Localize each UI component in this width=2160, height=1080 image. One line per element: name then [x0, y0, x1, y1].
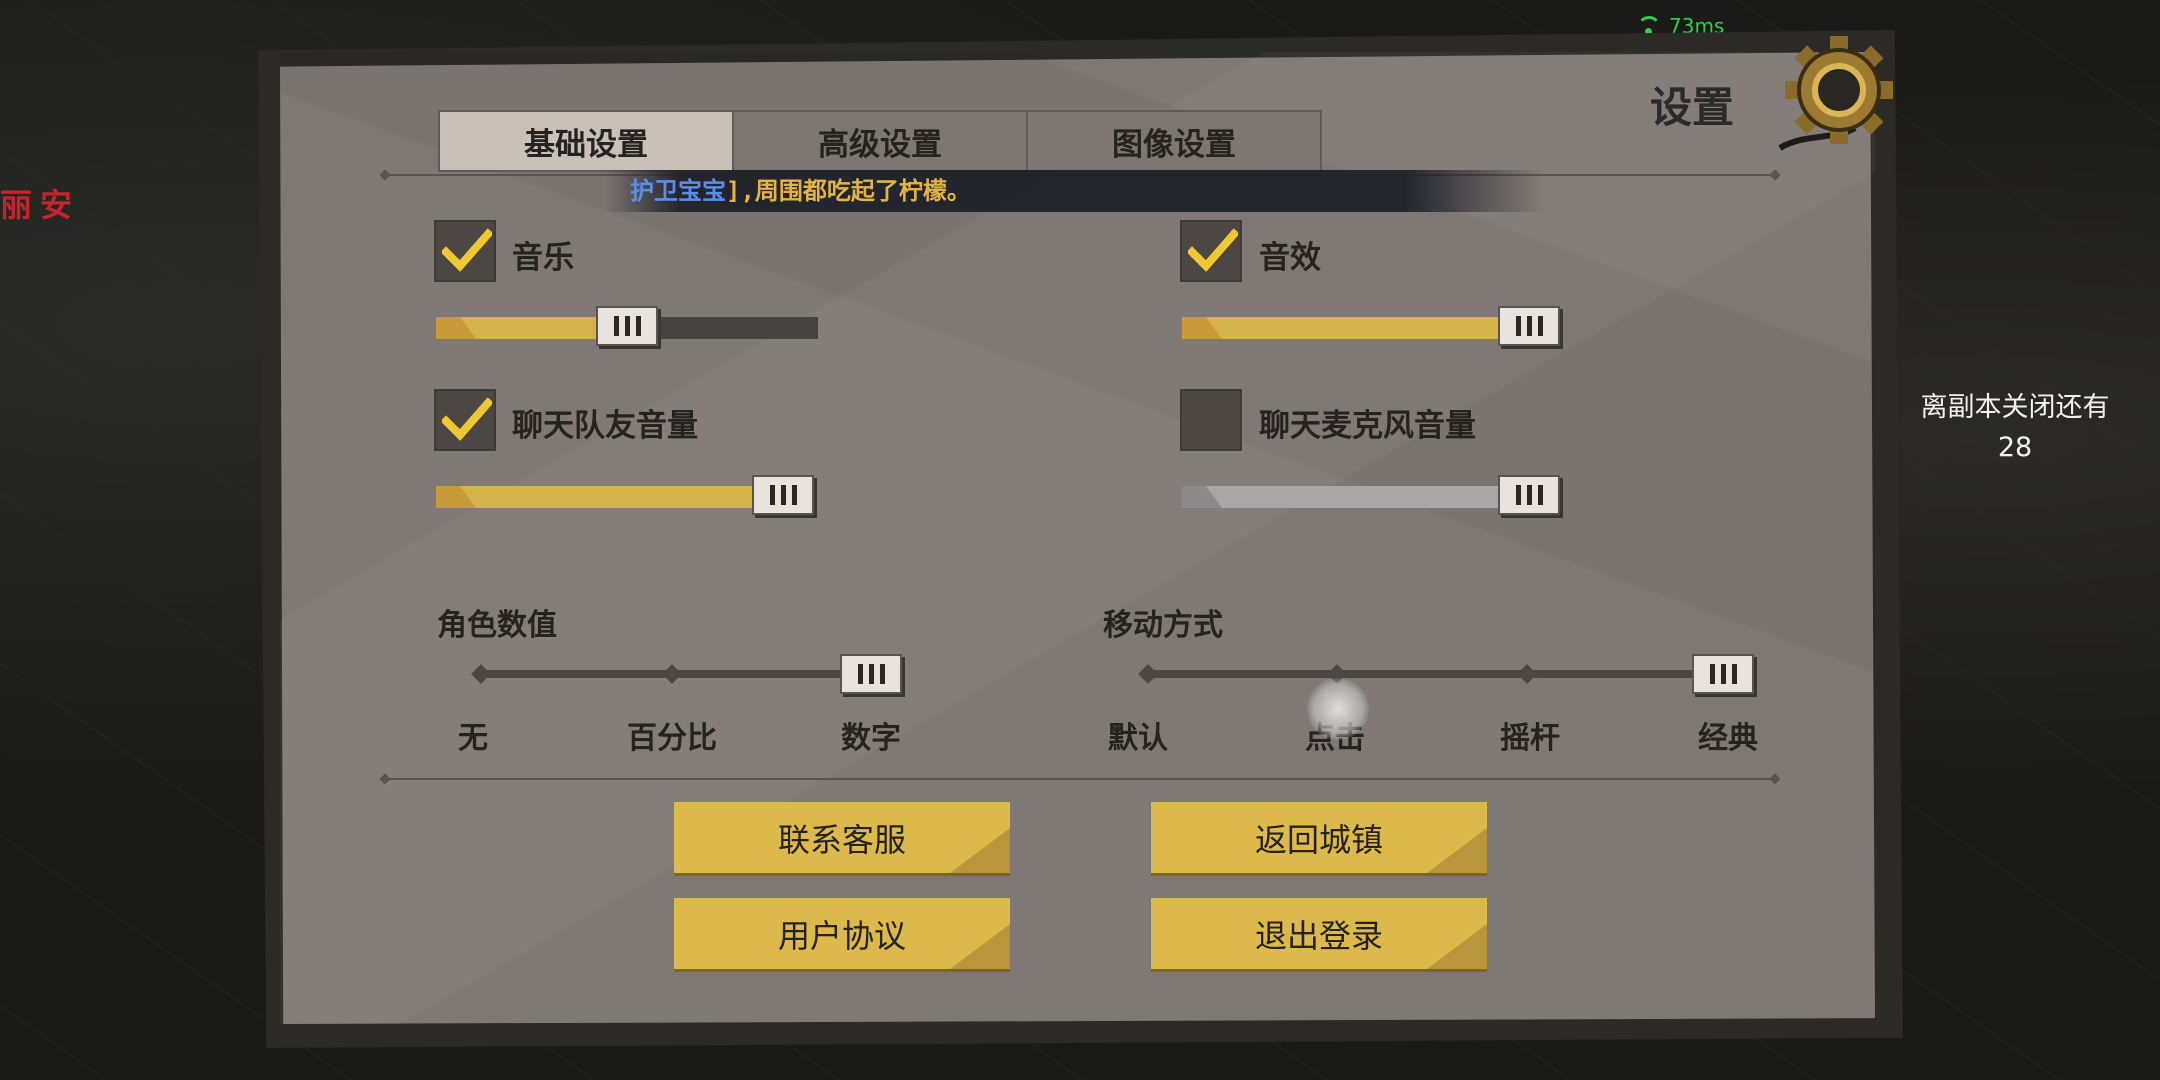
- player-name-fragment: 丽安: [0, 186, 81, 224]
- music-slider-fill: [436, 317, 604, 339]
- divider: [385, 778, 1775, 780]
- logout-button[interactable]: 退出登录: [1151, 898, 1487, 972]
- contact-support-button[interactable]: 联系客服: [674, 802, 1010, 876]
- movement-option-default[interactable]: 默认: [1068, 713, 1208, 757]
- role-option-percent[interactable]: 百分比: [602, 713, 742, 757]
- music-label: 音乐: [512, 240, 574, 276]
- sfx-slider-handle[interactable]: [1498, 306, 1560, 346]
- chat-teammate-slider[interactable]: [436, 475, 814, 515]
- chat-mic-slider-handle[interactable]: [1498, 475, 1560, 515]
- chat-mic-slider[interactable]: [1182, 475, 1560, 515]
- dungeon-countdown: 离副本关闭还有 28: [1905, 388, 2125, 468]
- ticker-message: ],周围都吃起了柠檬。: [726, 177, 971, 205]
- music-slider-handle[interactable]: [596, 306, 658, 346]
- sfx-checkbox[interactable]: [1180, 220, 1242, 282]
- movement-option-joystick[interactable]: 摇杆: [1460, 713, 1600, 757]
- panel-title: 设置: [1650, 83, 1735, 132]
- settings-tabs: 基础设置 高级设置 图像设置: [438, 110, 1322, 172]
- checkmark-icon: [1188, 228, 1238, 272]
- tab-advanced-settings[interactable]: 高级设置: [732, 110, 1028, 172]
- role-option-number[interactable]: 数字: [801, 713, 941, 757]
- role-option-none[interactable]: 无: [403, 713, 543, 757]
- chat-mic-checkbox[interactable]: [1180, 389, 1242, 451]
- role-values-title: 角色数值: [437, 608, 557, 643]
- sfx-slider-fill: [1182, 317, 1500, 339]
- chat-teammate-checkbox[interactable]: [434, 389, 496, 451]
- gear-icon[interactable]: [1775, 28, 1899, 152]
- chat-teammate-slider-handle[interactable]: [752, 475, 814, 515]
- movement-track[interactable]: [1148, 670, 1718, 678]
- tab-graphics-settings[interactable]: 图像设置: [1026, 110, 1322, 172]
- checkmark-icon: [442, 228, 492, 272]
- sfx-label: 音效: [1259, 240, 1321, 276]
- ticker-name: 护卫宝宝: [630, 177, 726, 205]
- countdown-value: 28: [1997, 432, 2033, 463]
- music-checkbox[interactable]: [434, 220, 496, 282]
- chat-mic-label: 聊天麦克风音量: [1259, 408, 1476, 444]
- role-values-handle[interactable]: [840, 654, 902, 694]
- chat-mic-slider-fill: [1182, 486, 1500, 508]
- touch-indicator: [1307, 678, 1369, 740]
- movement-handle[interactable]: [1692, 654, 1754, 694]
- countdown-label: 离副本关闭还有: [1920, 392, 2110, 423]
- chat-teammate-label: 聊天队友音量: [512, 408, 698, 444]
- music-slider[interactable]: [436, 306, 818, 346]
- sfx-slider[interactable]: [1182, 306, 1560, 346]
- chat-teammate-slider-fill: [436, 486, 754, 508]
- movement-option-classic[interactable]: 经典: [1658, 713, 1798, 757]
- user-agreement-button[interactable]: 用户协议: [674, 898, 1010, 972]
- chat-ticker: 护卫宝宝],周围都吃起了柠檬。: [605, 170, 1545, 212]
- movement-title: 移动方式: [1103, 608, 1223, 643]
- return-town-button[interactable]: 返回城镇: [1151, 802, 1487, 876]
- tab-basic-settings[interactable]: 基础设置: [438, 110, 734, 172]
- checkmark-icon: [442, 397, 492, 441]
